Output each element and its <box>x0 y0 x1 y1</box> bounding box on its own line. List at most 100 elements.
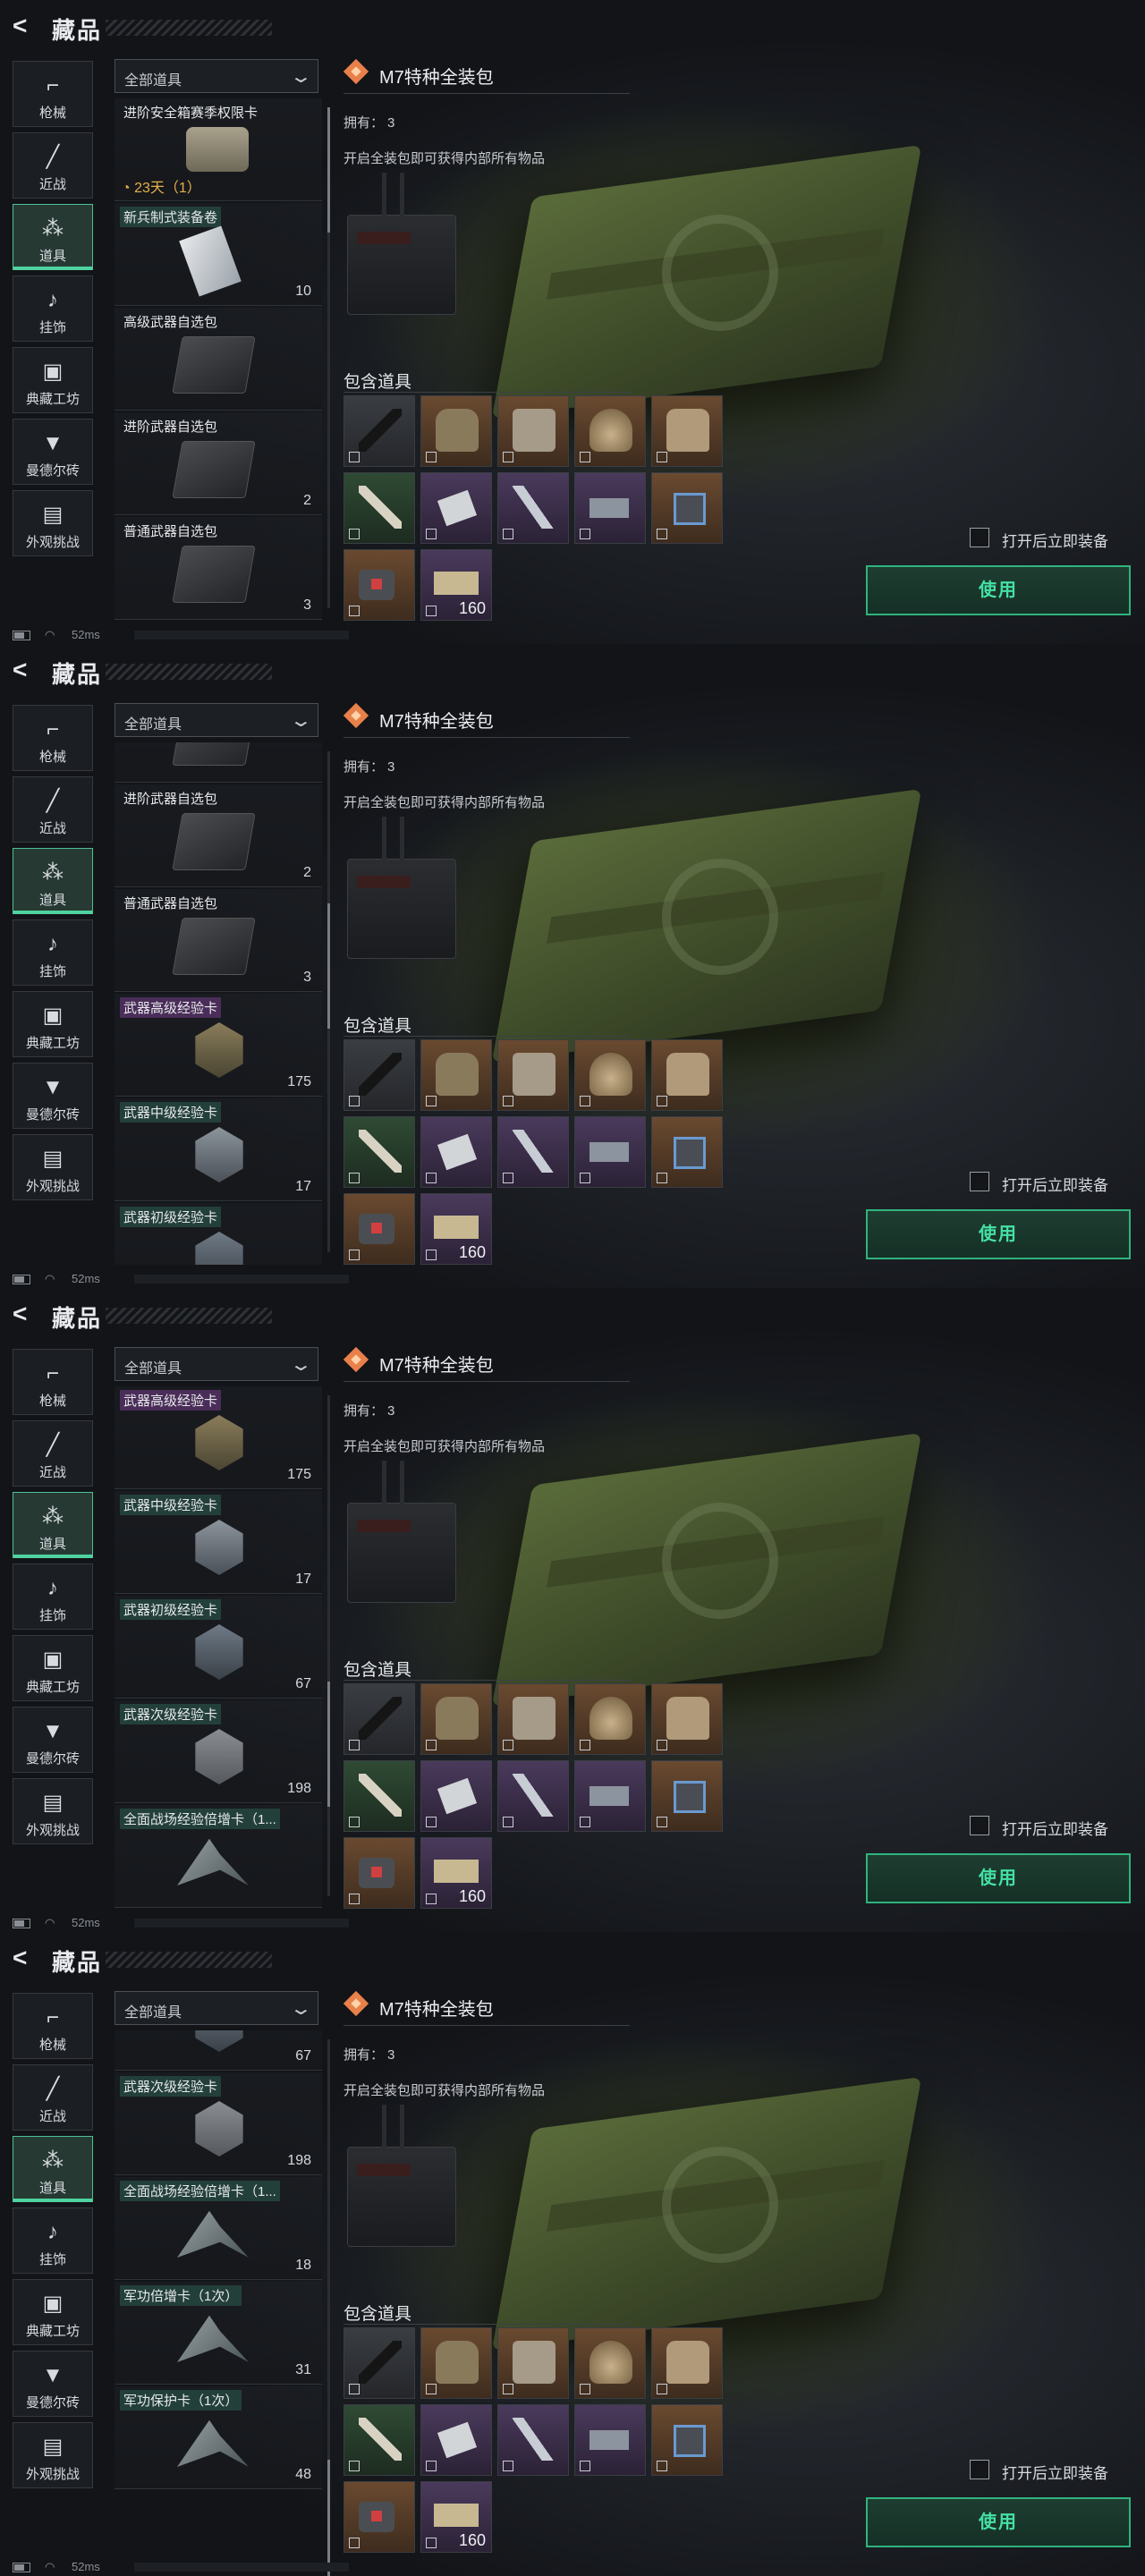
sidebar-item-4[interactable]: ▣ 典藏工坊 <box>13 2279 93 2345</box>
content-item-ammo[interactable]: 160 <box>420 1193 492 1265</box>
content-item-medkit[interactable] <box>344 549 415 621</box>
list-item[interactable]: 67 <box>114 2030 322 2071</box>
list-item[interactable]: 进阶安全箱赛季权限卡 ◔ 23天（1） <box>114 98 322 201</box>
sidebar-item-4[interactable]: ▣ 典藏工坊 <box>13 1635 93 1701</box>
list-item[interactable]: 军功保护卡（1次） 48 <box>114 2386 322 2489</box>
sidebar-item-1[interactable]: ╱ 近战 <box>13 2064 93 2131</box>
content-item-syringe[interactable] <box>344 472 415 544</box>
sidebar-item-0[interactable]: ⌐ 枪械 <box>13 705 93 771</box>
content-item-ammo[interactable]: 160 <box>420 549 492 621</box>
content-item-rifle[interactable] <box>344 1683 415 1755</box>
content-item-vest[interactable] <box>420 1683 492 1755</box>
list-item[interactable]: 进阶武器自选包 2 <box>114 412 322 515</box>
content-item-armor-plate[interactable] <box>651 1039 723 1111</box>
content-item-keycard[interactable] <box>574 472 646 544</box>
content-item-dog-tag[interactable] <box>420 1760 492 1832</box>
content-item-ammo[interactable]: 160 <box>420 1837 492 1909</box>
list-item[interactable]: 武器高级经验卡 175 <box>114 994 322 1097</box>
sidebar-item-3[interactable]: ♪ 挂饰 <box>13 2207 93 2274</box>
back-arrow-icon[interactable]: < <box>13 657 39 683</box>
sidebar-item-0[interactable]: ⌐ 枪械 <box>13 1349 93 1415</box>
list-item[interactable]: 普通武器自选包 3 <box>114 517 322 620</box>
sidebar-item-2[interactable]: ⁂ 道具 <box>13 1492 93 1558</box>
content-item-vest[interactable] <box>420 2327 492 2399</box>
scroll-thumb[interactable] <box>327 107 330 233</box>
content-item-helmet[interactable] <box>574 1683 646 1755</box>
content-item-device-box[interactable] <box>651 472 723 544</box>
scroll-thumb[interactable] <box>327 1682 330 1807</box>
item-list-viewport[interactable]: 进阶安全箱赛季权限卡 ◔ 23天（1） 新兵制式装备卷 10 高级武器自选包 进阶武器自选… <box>114 98 322 621</box>
list-item[interactable]: 新兵制式装备卷 10 <box>114 203 322 306</box>
content-item-medkit[interactable] <box>344 1193 415 1265</box>
content-item-armor-plate[interactable] <box>651 1683 723 1755</box>
item-list-viewport[interactable]: 进阶武器自选包 2 普通武器自选包 3 武器高级经验卡 175 武器中级经验卡 17 武器初级经… <box>114 742 322 1265</box>
sidebar-item-2[interactable]: ⁂ 道具 <box>13 848 93 914</box>
list-scrollbar[interactable] <box>327 1395 330 1896</box>
content-item-vest[interactable] <box>420 1039 492 1111</box>
list-item[interactable]: 武器初级经验卡 67 <box>114 1596 322 1699</box>
list-item[interactable]: 进阶武器自选包 2 <box>114 784 322 887</box>
content-item-dog-tag[interactable] <box>420 472 492 544</box>
auto-equip-checkbox[interactable] <box>970 2460 989 2479</box>
sidebar-item-5[interactable]: ▼ 曼德尔砖 <box>13 1063 93 1129</box>
content-item-helmet[interactable] <box>574 395 646 467</box>
list-item[interactable]: 武器次级经验卡 198 <box>114 2072 322 2175</box>
list-scrollbar[interactable] <box>327 751 330 1252</box>
content-item-helmet[interactable] <box>574 2327 646 2399</box>
sidebar-item-4[interactable]: ▣ 典藏工坊 <box>13 991 93 1057</box>
sidebar-item-1[interactable]: ╱ 近战 <box>13 1420 93 1487</box>
back-arrow-icon[interactable]: < <box>13 1945 39 1971</box>
content-item-helmet[interactable] <box>574 1039 646 1111</box>
category-filter-dropdown[interactable]: 全部道具 ⌄ <box>114 1347 318 1381</box>
content-item-syringe[interactable] <box>344 1116 415 1188</box>
content-item-chest-rig[interactable] <box>497 395 569 467</box>
sidebar-item-3[interactable]: ♪ 挂饰 <box>13 919 93 986</box>
content-item-armor-plate[interactable] <box>651 395 723 467</box>
content-item-ammo[interactable]: 160 <box>420 2481 492 2553</box>
content-item-chest-rig[interactable] <box>497 1683 569 1755</box>
auto-equip-checkbox[interactable] <box>970 1816 989 1835</box>
sidebar-item-5[interactable]: ▼ 曼德尔砖 <box>13 1707 93 1773</box>
content-item-chest-rig[interactable] <box>497 2327 569 2399</box>
sidebar-item-5[interactable]: ▼ 曼德尔砖 <box>13 419 93 485</box>
category-filter-dropdown[interactable]: 全部道具 ⌄ <box>114 703 318 737</box>
list-item[interactable]: 全面战场经验倍增卡（1... 18 <box>114 2177 322 2280</box>
list-item[interactable]: 武器中级经验卡 17 <box>114 1491 322 1594</box>
use-button[interactable]: 使用 <box>866 2497 1131 2547</box>
content-item-keycard[interactable] <box>574 1760 646 1832</box>
list-item[interactable]: 武器初级经验卡 <box>114 1203 322 1265</box>
content-item-vest[interactable] <box>420 395 492 467</box>
list-scrollbar[interactable] <box>327 107 330 608</box>
content-item-knife[interactable] <box>497 1116 569 1188</box>
list-item[interactable]: 高级武器自选包 <box>114 308 322 411</box>
list-item[interactable] <box>114 742 322 783</box>
back-arrow-icon[interactable]: < <box>13 1301 39 1327</box>
content-item-dog-tag[interactable] <box>420 1116 492 1188</box>
sidebar-item-0[interactable]: ⌐ 枪械 <box>13 1993 93 2059</box>
sidebar-item-2[interactable]: ⁂ 道具 <box>13 2136 93 2202</box>
sidebar-item-3[interactable]: ♪ 挂饰 <box>13 1563 93 1630</box>
content-item-armor-plate[interactable] <box>651 2327 723 2399</box>
auto-equip-checkbox[interactable] <box>970 528 989 547</box>
content-item-device-box[interactable] <box>651 1760 723 1832</box>
sidebar-item-6[interactable]: ▤ 外观挑战 <box>13 1778 93 1844</box>
content-item-rifle[interactable] <box>344 395 415 467</box>
sidebar-item-6[interactable]: ▤ 外观挑战 <box>13 490 93 556</box>
sidebar-item-5[interactable]: ▼ 曼德尔砖 <box>13 2351 93 2417</box>
content-item-rifle[interactable] <box>344 2327 415 2399</box>
sidebar-item-6[interactable]: ▤ 外观挑战 <box>13 2422 93 2488</box>
list-item[interactable]: 全面战场经验倍增卡（1... <box>114 1805 322 1908</box>
content-item-device-box[interactable] <box>651 1116 723 1188</box>
content-item-syringe[interactable] <box>344 2404 415 2476</box>
content-item-medkit[interactable] <box>344 2481 415 2553</box>
scroll-thumb[interactable] <box>327 2460 330 2576</box>
list-item[interactable]: 武器高级经验卡 175 <box>114 1386 322 1489</box>
category-filter-dropdown[interactable]: 全部道具 ⌄ <box>114 1991 318 2025</box>
item-list-viewport[interactable]: 武器高级经验卡 175 武器中级经验卡 17 武器初级经验卡 67 武器次级经验卡 198 全面… <box>114 1386 322 1909</box>
list-item[interactable]: 军功倍增卡（1次） 31 <box>114 2282 322 2385</box>
content-item-knife[interactable] <box>497 2404 569 2476</box>
content-item-medkit[interactable] <box>344 1837 415 1909</box>
sidebar-item-1[interactable]: ╱ 近战 <box>13 132 93 199</box>
content-item-knife[interactable] <box>497 1760 569 1832</box>
content-item-chest-rig[interactable] <box>497 1039 569 1111</box>
